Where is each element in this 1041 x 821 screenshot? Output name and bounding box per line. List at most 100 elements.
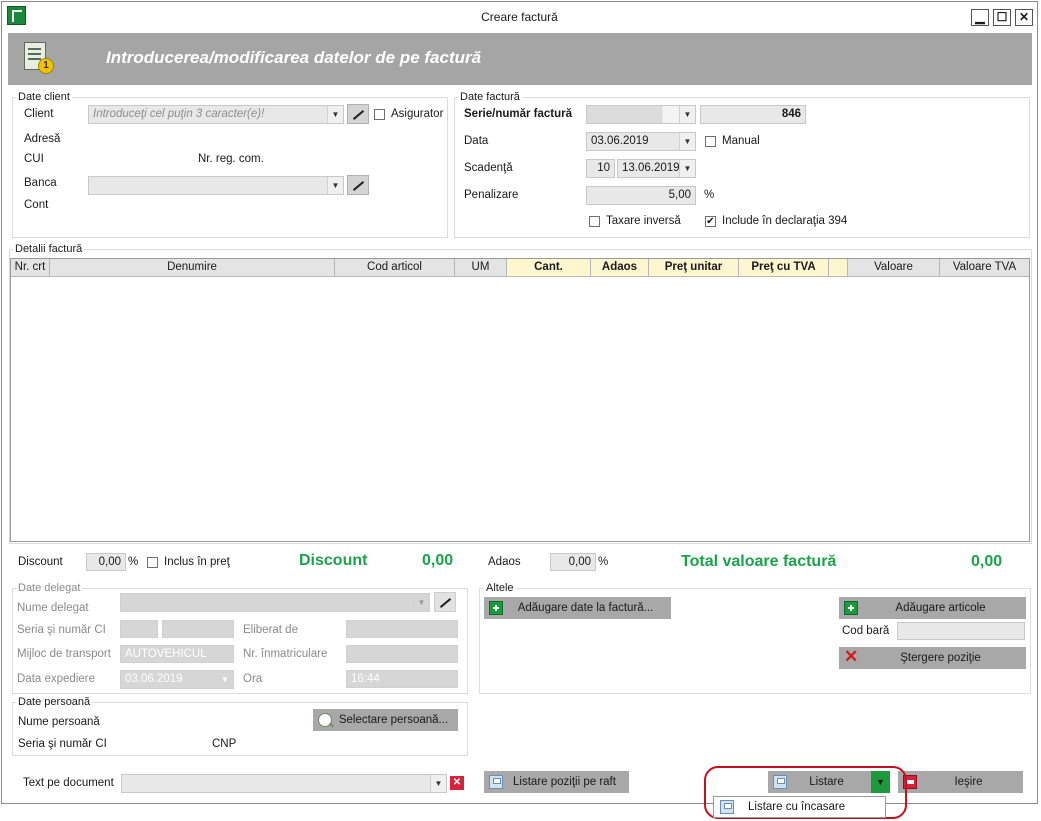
minimize-button[interactable]: ▁	[971, 9, 989, 26]
numar-field[interactable]: 846	[700, 105, 806, 124]
banca-label: Banca	[24, 177, 57, 189]
maximize-button[interactable]: ☐	[993, 9, 1011, 26]
ora-field[interactable]: 16:44	[346, 670, 458, 688]
discount-field[interactable]: 0,00	[86, 553, 126, 571]
person-group-title: Date persoană	[16, 696, 93, 708]
delete-position-button[interactable]: ✕ Ştergere poziţie	[839, 647, 1026, 669]
seria-ci-field[interactable]	[120, 620, 158, 638]
items-grid[interactable]: Nr. crt Denumire Cod articol UM Cant. Ad…	[10, 258, 1030, 542]
nume-persoana-label: Nume persoană	[18, 716, 100, 728]
eliberat-field[interactable]	[346, 620, 458, 638]
penalizare-field[interactable]: 5,00	[586, 186, 696, 205]
search-person-icon	[318, 713, 332, 727]
col-valoare-tva[interactable]: Valoare TVA	[940, 259, 1029, 277]
nr-reg-label: Nr. reg. com.	[198, 153, 264, 165]
chevron-down-icon[interactable]: ▼	[679, 160, 695, 177]
asigurator-checkbox[interactable]	[374, 109, 385, 120]
numar-ci-field[interactable]	[162, 620, 234, 638]
manual-checkbox[interactable]	[705, 136, 716, 147]
scadenta-days-field[interactable]: 10	[586, 159, 615, 178]
add-invoice-data-button[interactable]: Adăugare date la factură...	[484, 597, 671, 619]
col-pret-cu-tva[interactable]: Preţ cu TVA	[739, 259, 829, 277]
declaratie-394-checkbox[interactable]: ✔	[705, 216, 716, 227]
close-button[interactable]: ✕	[1015, 9, 1033, 26]
text-document-combo[interactable]: ▼	[121, 774, 447, 793]
discount-total-value: 0,00	[422, 552, 454, 569]
exit-button[interactable]: Ieşire	[898, 771, 1023, 793]
col-pret-unitar[interactable]: Preţ unitar	[649, 259, 739, 277]
barcode-field[interactable]	[897, 622, 1025, 640]
details-group-title: Detalii factură	[13, 243, 85, 255]
data-expediere-combo[interactable]: 03.06.2019 ▼	[120, 670, 234, 689]
ora-label: Ora	[243, 673, 263, 685]
adresa-label: Adresă	[24, 133, 61, 145]
col-blank[interactable]	[829, 259, 848, 277]
adaos-percent: %	[598, 556, 609, 568]
col-cant[interactable]: Cant.	[507, 259, 591, 277]
taxare-inversa-checkbox[interactable]	[589, 216, 600, 227]
asigurator-label: Asigurator	[391, 108, 444, 120]
client-placeholder: Introduceţi cel puţin 3 caracter(e)!	[93, 108, 265, 120]
delegate-group-title: Date delegat	[16, 582, 83, 594]
seria-ci-delegat-label: Seria şi număr CI	[17, 624, 106, 636]
discount-label: Discount	[18, 556, 63, 568]
banca-combo[interactable]: ▼	[88, 176, 344, 195]
inclus-pret-checkbox[interactable]	[147, 557, 158, 568]
data-combo[interactable]: 03.06.2019 ▼	[586, 132, 696, 151]
adaos-label: Adaos	[488, 556, 521, 568]
mijloc-transport-field[interactable]: AUTOVEHICUL	[120, 645, 234, 663]
print-icon	[489, 775, 503, 789]
col-adaos[interactable]: Adaos	[591, 259, 649, 277]
nr-inmatriculare-field[interactable]	[346, 645, 458, 663]
print-icon	[720, 800, 734, 814]
client-label: Client	[24, 108, 54, 120]
col-denumire[interactable]: Denumire	[50, 259, 335, 277]
clear-text-icon[interactable]: ✕	[450, 776, 464, 790]
seria-ci-persoana-label: Seria şi număr CI	[18, 738, 107, 750]
eliberat-label: Eliberat de	[243, 624, 298, 636]
serie-combo[interactable]: ▼	[586, 105, 696, 124]
header-banner: 1 Introducerea/modificarea datelor de pe…	[8, 33, 1032, 85]
serie-label: Serie/număr factură	[464, 108, 573, 120]
scadenta-date-combo[interactable]: 13.06.2019 ▼	[617, 159, 696, 178]
mijloc-transport-label: Mijloc de transport	[17, 648, 111, 660]
barcode-label: Cod bară	[842, 625, 890, 637]
invoice-group-title: Date factură	[458, 91, 522, 103]
edit-banca-button[interactable]	[347, 175, 369, 195]
add-articles-button[interactable]: Adăugare articole	[839, 597, 1026, 619]
edit-delegate-button[interactable]	[434, 592, 456, 612]
manual-label: Manual	[722, 135, 760, 147]
scadenta-label: Scadenţă	[464, 162, 513, 174]
cnp-label: CNP	[212, 738, 237, 750]
col-um[interactable]: UM	[455, 259, 507, 277]
window-title: Creare factură	[481, 10, 558, 24]
client-combo[interactable]: Introduceţi cel puţin 3 caracter(e)! ▼	[88, 105, 344, 124]
listare-menu: Listare cu încasare	[713, 796, 886, 818]
chevron-down-icon[interactable]: ▼	[327, 177, 343, 194]
nr-inmatriculare-label: Nr. înmatriculare	[243, 648, 328, 660]
cont-label: Cont	[24, 199, 49, 211]
col-nr-crt[interactable]: Nr. crt	[11, 259, 50, 277]
chevron-down-icon[interactable]: ▼	[327, 106, 343, 123]
nume-delegat-label: Nume delegat	[17, 602, 89, 614]
client-group-title: Date client	[16, 91, 72, 103]
nume-delegat-combo[interactable]: ▼	[120, 593, 430, 612]
banner-title: Introducerea/modificarea datelor de pe f…	[106, 48, 482, 67]
chevron-down-icon[interactable]: ▼	[679, 106, 695, 123]
taxare-inversa-label: Taxare inversă	[606, 215, 681, 227]
plus-icon	[844, 601, 858, 615]
plus-icon	[489, 601, 503, 615]
chevron-down-icon[interactable]: ▼	[413, 594, 429, 611]
data-expediere-label: Data expediere	[17, 673, 95, 685]
chevron-down-icon[interactable]: ▼	[217, 671, 233, 688]
total-label: Total valoare factură	[681, 553, 837, 570]
adaos-field[interactable]: 0,00	[550, 553, 596, 571]
list-shelf-positions-button[interactable]: Listare poziţii pe raft	[484, 771, 629, 793]
col-cod-articol[interactable]: Cod articol	[335, 259, 455, 277]
listare-cu-incasare-item[interactable]: Listare cu încasare	[748, 797, 845, 817]
edit-client-button[interactable]	[347, 104, 369, 124]
select-person-button[interactable]: Selectare persoană...	[313, 709, 458, 731]
chevron-down-icon[interactable]: ▼	[430, 775, 446, 792]
col-valoare[interactable]: Valoare	[848, 259, 940, 277]
chevron-down-icon[interactable]: ▼	[679, 133, 695, 150]
